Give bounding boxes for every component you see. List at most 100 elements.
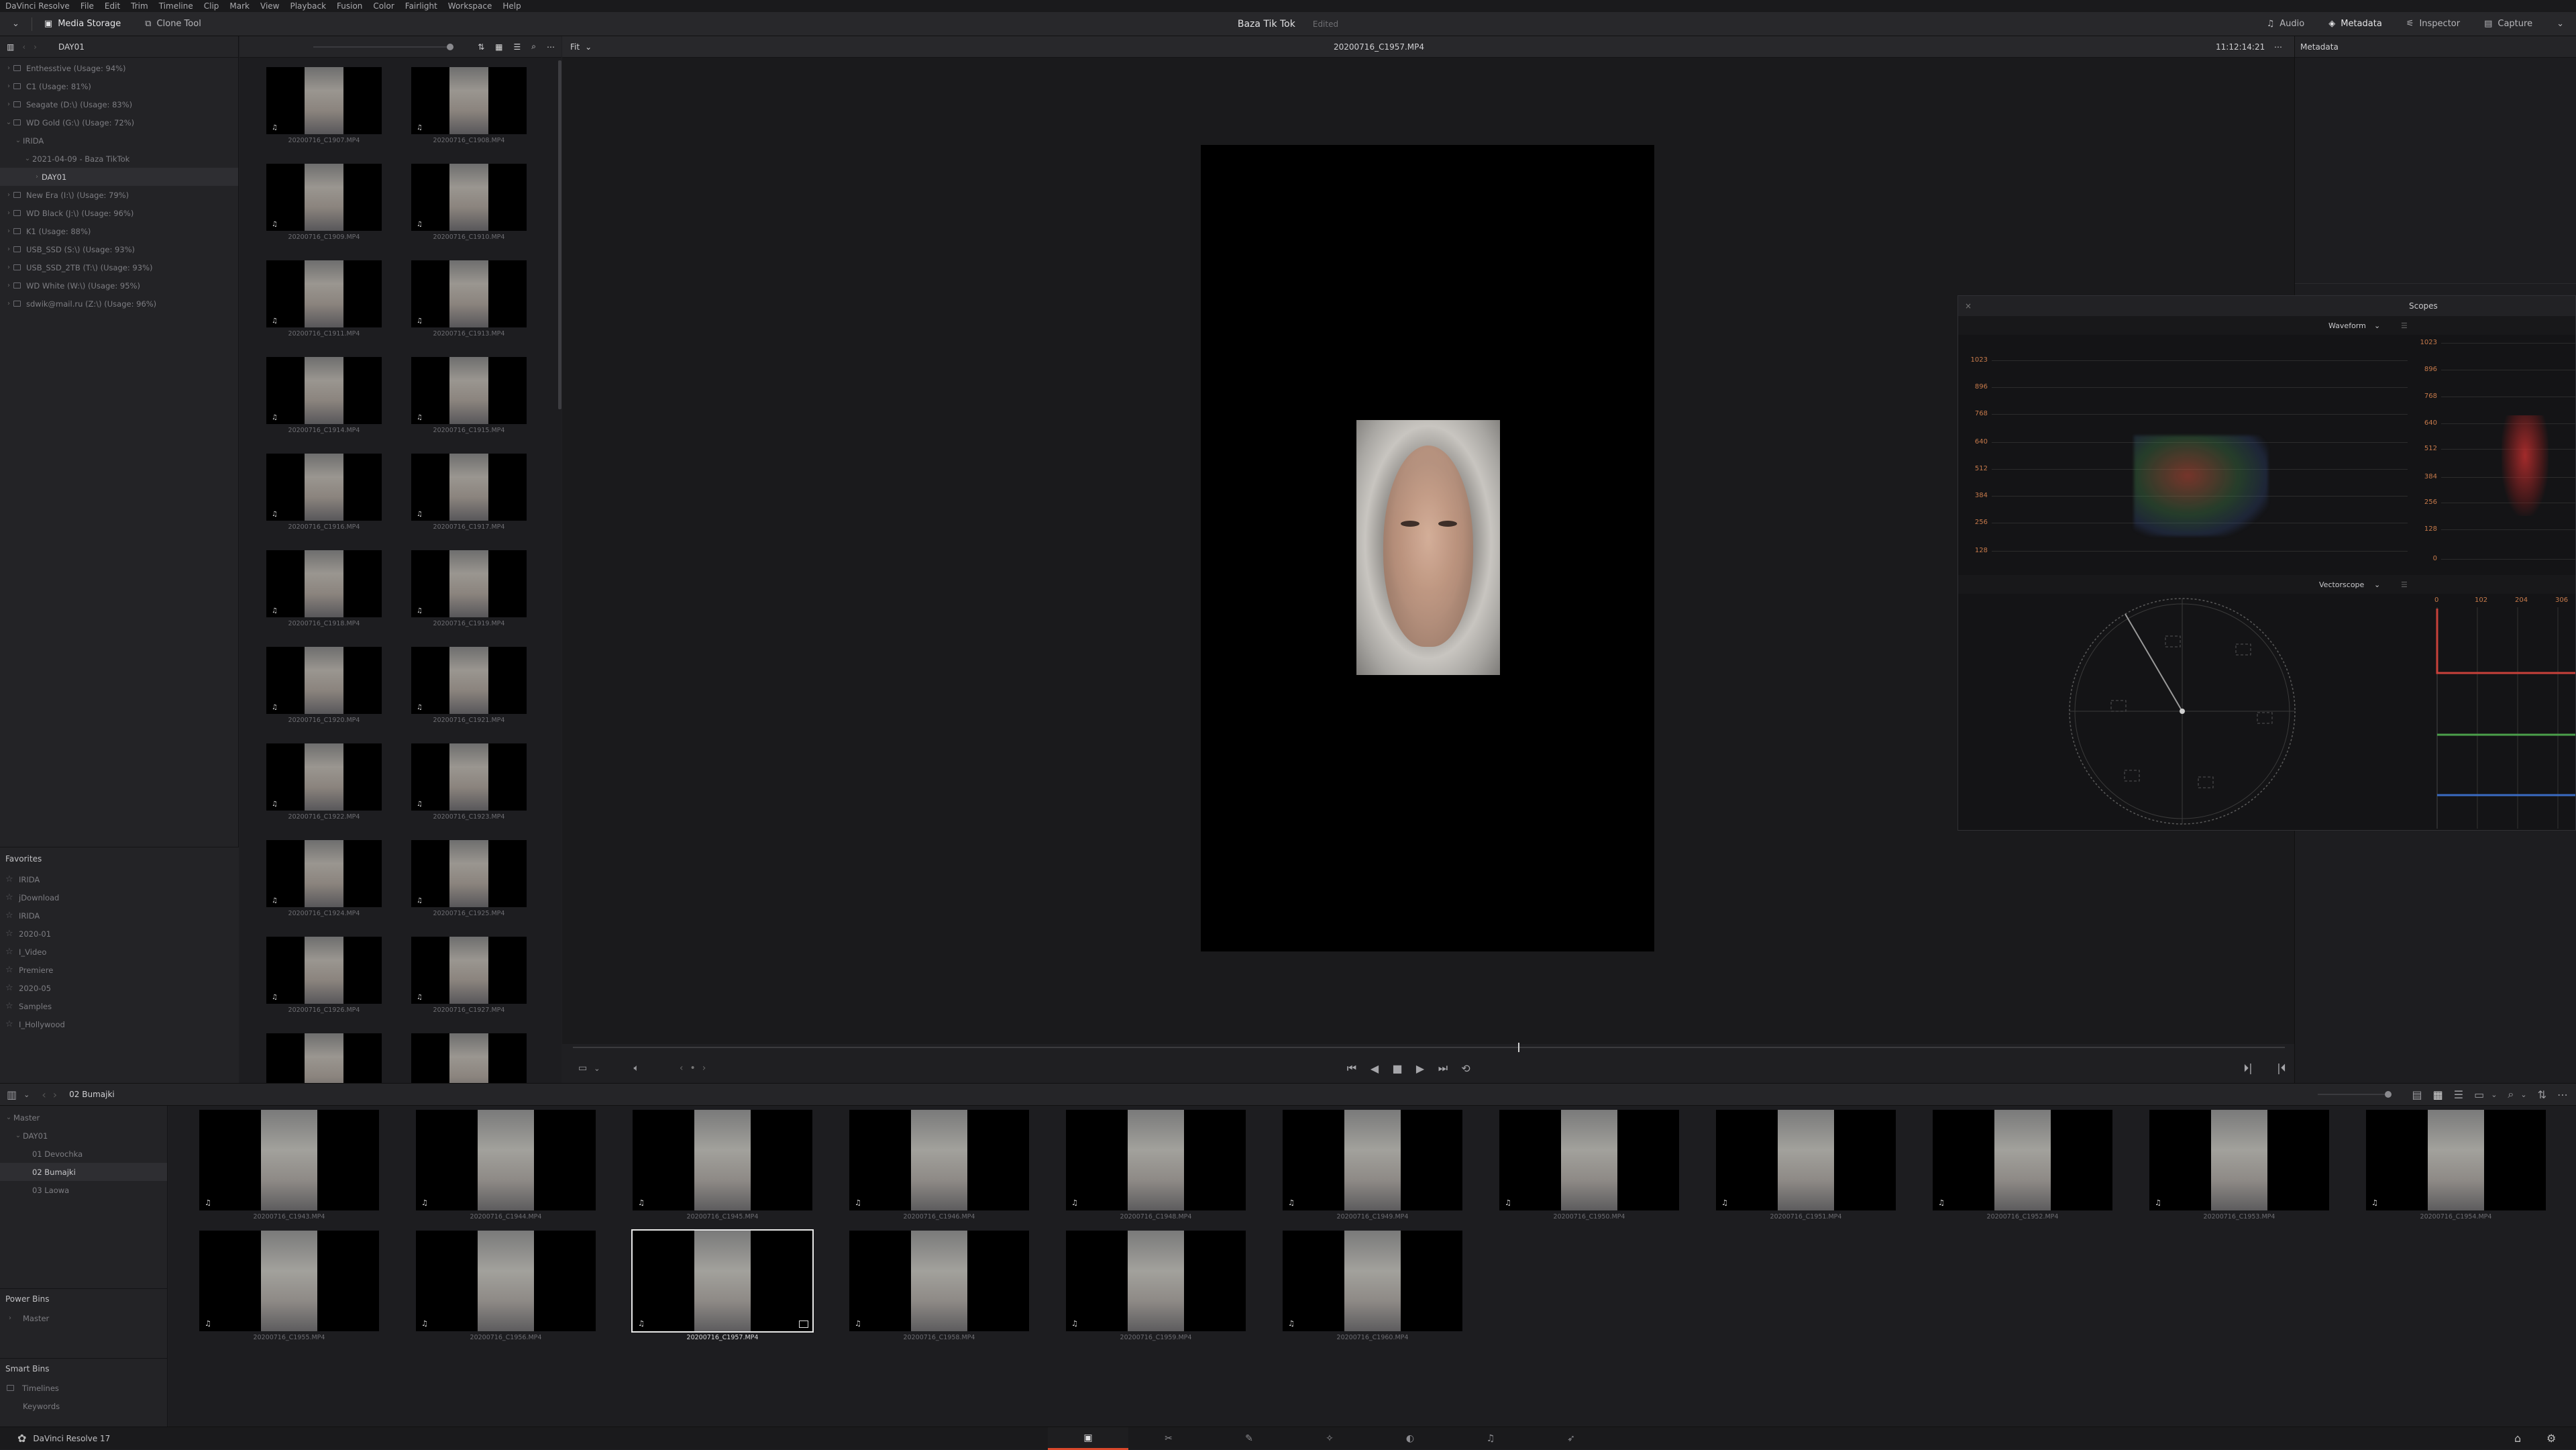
- jog-right-icon[interactable]: ›: [702, 1063, 706, 1074]
- scope-settings-icon[interactable]: ☰: [2401, 580, 2408, 589]
- go-to-end-icon[interactable]: ⏭: [1432, 1061, 1454, 1075]
- star-icon[interactable]: ☆: [5, 874, 19, 884]
- play-reverse-icon[interactable]: ◀: [1363, 1062, 1386, 1075]
- workspace-menu-button[interactable]: ⌄: [0, 12, 32, 36]
- media-storage-button[interactable]: ▣ Media Storage: [32, 12, 133, 36]
- viewer-mode-icon[interactable]: ▭: [578, 1063, 587, 1074]
- media-clip-thumbnail[interactable]: ♫: [411, 647, 527, 714]
- favorite-item[interactable]: ☆ jDownload: [0, 888, 239, 907]
- chevron-right-icon[interactable]: ›: [4, 246, 13, 253]
- storage-item[interactable]: › USB_SSD_2TB (T:\) (Usage: 93%): [0, 258, 238, 276]
- pool-clip-thumbnail[interactable]: ♫: [1066, 1231, 1246, 1331]
- bin-item[interactable]: 01 Devochka: [0, 1145, 167, 1163]
- favorite-item[interactable]: ☆ IRIDA: [0, 870, 239, 888]
- favorite-item[interactable]: ☆ Premiere: [0, 961, 239, 979]
- media-clip-thumbnail[interactable]: ♫: [266, 67, 382, 134]
- pool-clip-thumbnail[interactable]: ♫: [1716, 1110, 1896, 1210]
- menu-item-workspace[interactable]: Workspace: [448, 1, 492, 11]
- chevron-right-icon[interactable]: ›: [32, 173, 42, 180]
- menu-item-clip[interactable]: Clip: [204, 1, 219, 11]
- pool-clip-thumbnail[interactable]: ♫: [1283, 1110, 1462, 1210]
- fairlight-page-icon[interactable]: ♫: [1450, 1427, 1531, 1450]
- media-clip-thumbnail[interactable]: ♫: [411, 743, 527, 811]
- chevron-right-icon[interactable]: ›: [4, 83, 13, 90]
- menu-item-fairlight[interactable]: Fairlight: [405, 1, 437, 11]
- go-to-start-icon[interactable]: ⏮: [1340, 1061, 1363, 1075]
- chevron-right-icon[interactable]: ›: [4, 64, 13, 72]
- chevron-down-icon[interactable]: ⌄: [23, 155, 32, 162]
- media-clip-thumbnail[interactable]: ♫: [411, 67, 527, 134]
- storage-item[interactable]: › Seagate (D:\) (Usage: 83%): [0, 95, 238, 113]
- media-clip-thumbnail[interactable]: ♫: [266, 164, 382, 231]
- chevron-down-icon[interactable]: ⌄: [13, 137, 23, 144]
- menu-item-color[interactable]: Color: [373, 1, 394, 11]
- menu-item-help[interactable]: Help: [502, 1, 521, 11]
- star-icon[interactable]: ☆: [5, 1019, 19, 1029]
- smart-bin-keywords[interactable]: Keywords: [0, 1397, 168, 1415]
- bin-item[interactable]: 02 Bumajki: [0, 1163, 167, 1181]
- forward-arrow-icon[interactable]: ›: [53, 1088, 57, 1101]
- media-clip-thumbnail[interactable]: ♫: [411, 1033, 527, 1083]
- menu-item-timeline[interactable]: Timeline: [159, 1, 193, 11]
- fusion-page-icon[interactable]: ✧: [1289, 1427, 1370, 1450]
- edit-page-icon[interactable]: ✎: [1209, 1427, 1289, 1450]
- storage-item[interactable]: › USB_SSD (S:\) (Usage: 93%): [0, 240, 238, 258]
- pool-clip-thumbnail[interactable]: ♫: [1933, 1110, 2112, 1210]
- media-clip-thumbnail[interactable]: ♫: [266, 260, 382, 327]
- more-options-icon[interactable]: ⋯: [2557, 1088, 2568, 1101]
- storage-item[interactable]: › DAY01: [0, 168, 238, 186]
- star-icon[interactable]: ☆: [5, 929, 19, 939]
- back-arrow-icon[interactable]: ‹: [42, 1088, 46, 1101]
- sort-icon[interactable]: ⇅: [2538, 1088, 2546, 1101]
- star-icon[interactable]: ☆: [5, 983, 19, 993]
- menu-item-trim[interactable]: Trim: [131, 1, 148, 11]
- pool-clip-thumbnail[interactable]: ♫: [633, 1110, 812, 1210]
- sidebar-toggle-icon[interactable]: ▥: [7, 42, 14, 52]
- forward-arrow-icon[interactable]: ›: [34, 42, 37, 52]
- favorite-item[interactable]: ☆ 2020-05: [0, 979, 239, 997]
- home-icon[interactable]: ⌂: [2514, 1432, 2521, 1445]
- menu-item-fusion[interactable]: Fusion: [337, 1, 362, 11]
- stop-icon[interactable]: ■: [1386, 1062, 1409, 1075]
- media-clip-thumbnail[interactable]: ♫: [411, 260, 527, 327]
- storage-item[interactable]: › C1 (Usage: 81%): [0, 77, 238, 95]
- pool-clip-thumbnail[interactable]: ♫: [2366, 1110, 2546, 1210]
- loop-icon[interactable]: ⟲: [1454, 1062, 1477, 1075]
- chevron-right-icon[interactable]: ›: [4, 282, 13, 289]
- bin-item[interactable]: ⌄ Master: [0, 1108, 167, 1127]
- chevron-right-icon[interactable]: ›: [4, 101, 13, 108]
- smart-bin-timelines[interactable]: Timelines: [0, 1379, 168, 1397]
- jog-left-icon[interactable]: ‹: [680, 1063, 684, 1074]
- pool-clip-thumbnail[interactable]: ♫: [199, 1231, 379, 1331]
- expand-button[interactable]: ⌄: [2544, 12, 2576, 36]
- media-clip-thumbnail[interactable]: ♫: [266, 743, 382, 811]
- star-icon[interactable]: ☆: [5, 1001, 19, 1011]
- chevron-down-icon[interactable]: ⌄: [4, 119, 13, 126]
- pool-thumb-size-slider[interactable]: [2318, 1091, 2392, 1098]
- favorite-item[interactable]: ☆ I_Video: [0, 943, 239, 961]
- back-arrow-icon[interactable]: ‹: [22, 42, 25, 52]
- bin-item[interactable]: 03 Laowa: [0, 1181, 167, 1199]
- sort-icon[interactable]: ⇅: [478, 42, 484, 52]
- scrubber-track[interactable]: [573, 1047, 2285, 1048]
- media-clip-thumbnail[interactable]: ♫: [266, 647, 382, 714]
- metadata-view-icon[interactable]: ▤: [2412, 1088, 2422, 1101]
- star-icon[interactable]: ☆: [5, 947, 19, 957]
- menu-item-file[interactable]: File: [80, 1, 94, 11]
- speaker-icon[interactable]: 🔈︎: [633, 1063, 639, 1074]
- media-grid-scrollbar[interactable]: [558, 60, 561, 409]
- storage-item[interactable]: › K1 (Usage: 88%): [0, 222, 238, 240]
- pool-clip-thumbnail[interactable]: ♫: [1499, 1110, 1679, 1210]
- close-icon[interactable]: ×: [1965, 301, 1972, 311]
- pool-clip-thumbnail[interactable]: ♫: [1066, 1110, 1246, 1210]
- star-icon[interactable]: ☆: [5, 911, 19, 921]
- chevron-right-icon[interactable]: ›: [4, 209, 13, 217]
- media-clip-thumbnail[interactable]: ♫: [411, 840, 527, 907]
- chevron-right-icon[interactable]: ›: [4, 300, 13, 307]
- storage-item[interactable]: › sdwik@mail.ru (Z:\) (Usage: 96%): [0, 295, 238, 313]
- pool-clip-thumbnail[interactable]: ♫: [2149, 1110, 2329, 1210]
- playhead[interactable]: [1518, 1043, 1519, 1052]
- media-clip-thumbnail[interactable]: ♫: [266, 357, 382, 424]
- star-icon[interactable]: ☆: [5, 965, 19, 975]
- media-clip-thumbnail[interactable]: ♫: [411, 454, 527, 521]
